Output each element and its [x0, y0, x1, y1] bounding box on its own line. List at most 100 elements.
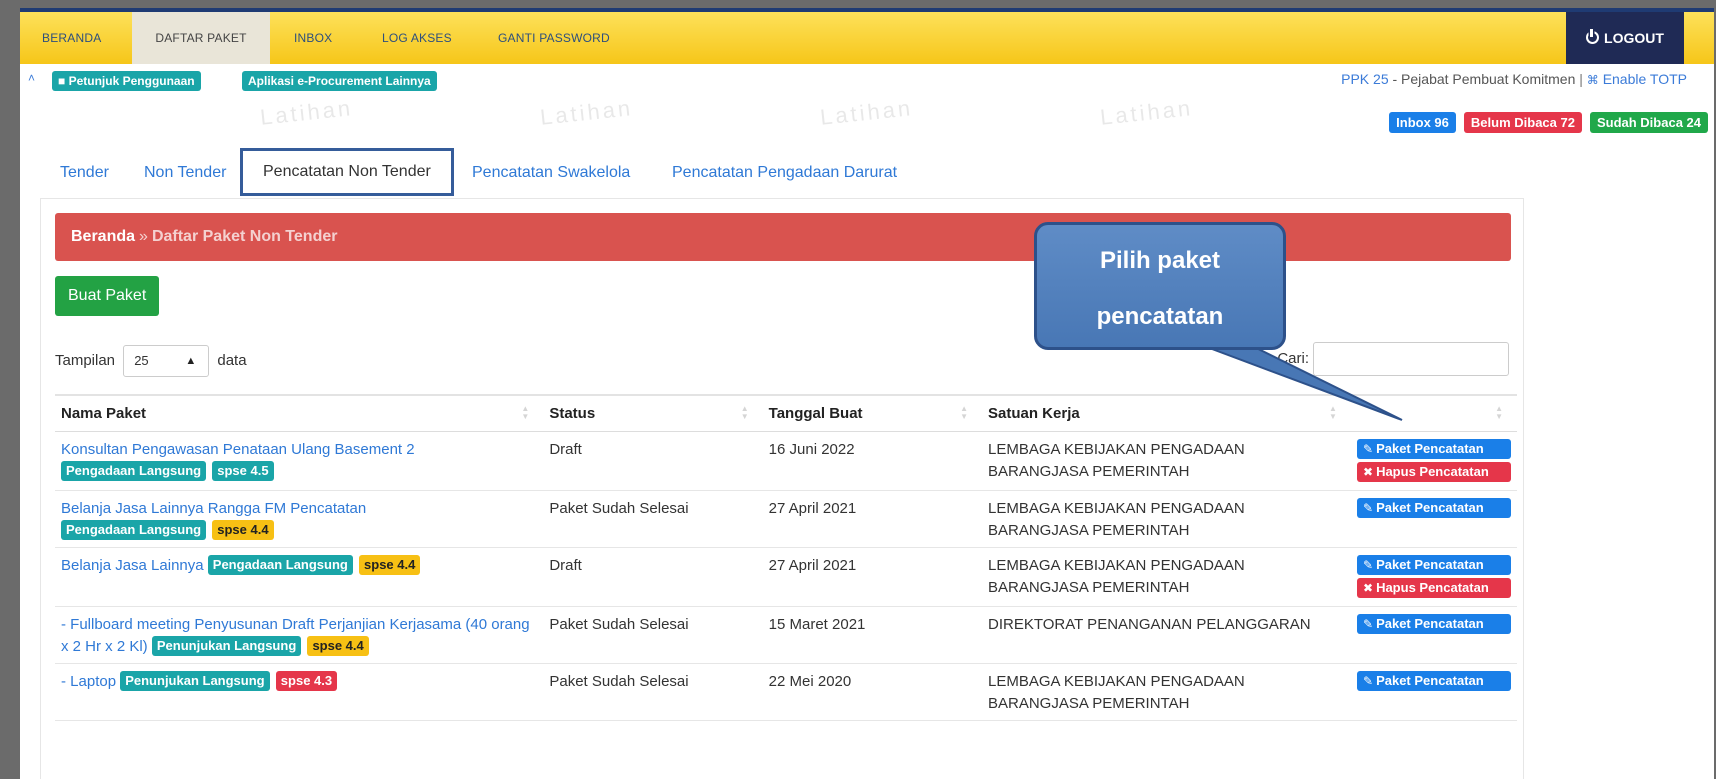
page-length-value: 25	[134, 353, 149, 369]
breadcrumb-current: Daftar Paket Non Tender	[151, 228, 338, 245]
column-header[interactable]: Status ▲ ▼	[543, 394, 763, 432]
belum-dibaca-badge[interactable]: Belum Dibaca 72	[1463, 112, 1582, 133]
nav-log-akses[interactable]: LOG AKSES	[360, 12, 474, 64]
unit-cell: DIREKTORAT PENANGANAN PELANGGARAN	[982, 606, 1351, 664]
key-icon: ⌘	[1586, 73, 1599, 87]
column-header[interactable]: Nama Paket ▲ ▼	[55, 394, 544, 432]
buat-paket-button[interactable]: Buat Paket	[55, 276, 160, 316]
tab-pencatatan-non-tender[interactable]: Pencatatan Non Tender	[240, 148, 454, 196]
hapus-pencatatan-button[interactable]: ✖ Hapus Pencatatan	[1357, 461, 1511, 482]
unit-cell: LEMBAGA KEBIJAKAN PENGADAAN BARANGJASA P…	[982, 490, 1351, 548]
nav-daftar-paket[interactable]: DAFTAR PAKET	[132, 12, 270, 64]
edit-icon: ✎	[1363, 500, 1374, 515]
date-cell: 22 Mei 2020	[762, 663, 982, 721]
package-link[interactable]: Konsultan Pengawasan Penataan Ulang Base…	[61, 441, 415, 458]
search-input[interactable]	[1313, 342, 1509, 377]
page-length-select[interactable]: 25 ▲	[123, 345, 210, 378]
logout-button[interactable]: LOGOUT	[1566, 12, 1684, 64]
status-cell: Draft	[543, 547, 763, 607]
nav-inbox[interactable]: INBOX	[272, 12, 354, 64]
date-cell: 27 April 2021	[762, 547, 982, 607]
logout-label: LOGOUT	[1604, 30, 1664, 46]
status-cell: Paket Sudah Selesai	[543, 490, 763, 548]
paket-pencatatan-button[interactable]: ✎ Paket Pencatatan	[1357, 670, 1511, 691]
unit-cell: LEMBAGA KEBIJAKAN PENGADAAN BARANGJASA P…	[982, 431, 1351, 491]
sort-icon: ▲ ▼	[521, 404, 530, 421]
sort-icon: ▲ ▼	[960, 404, 968, 421]
column-header[interactable]: Satuan Kerja ▲ ▼	[982, 394, 1351, 432]
sort-icon: ▲ ▼	[740, 404, 749, 421]
method-tag: Pengadaan Langsung	[61, 460, 207, 481]
callout-line-1: Pilih paket	[1099, 247, 1221, 274]
tab-tender[interactable]: Tender	[60, 156, 109, 190]
package-link[interactable]: Belanja Jasa Lainnya Rangga FM Pencatata…	[61, 500, 366, 517]
sub-bar: ˄ ■ Petunjuk Penggunaan Aplikasi e-Procu…	[20, 66, 1714, 92]
inbox-badge[interactable]: Inbox 96	[1389, 112, 1456, 133]
nav-beranda[interactable]: BERANDA	[20, 12, 123, 64]
trash-icon: ✖	[1363, 580, 1374, 595]
column-header[interactable]: ▲ ▼	[1350, 394, 1517, 432]
length-suffix: data	[217, 352, 247, 369]
power-icon	[1586, 29, 1600, 44]
watermark: Latihan	[538, 95, 635, 130]
package-link[interactable]: - Laptop	[61, 673, 116, 690]
version-tag: spse 4.3	[275, 670, 338, 691]
paket-pencatatan-button[interactable]: ✎ Paket Pencatatan	[1357, 438, 1511, 459]
sudah-dibaca-badge[interactable]: Sudah Dibaca 24	[1589, 112, 1708, 133]
sort-arrows-icon: ▲	[185, 355, 197, 368]
message-badges: Inbox 96 Belum Dibaca 72 Sudah Dibaca 24	[1381, 112, 1708, 133]
edit-icon: ✎	[1363, 441, 1374, 456]
version-tag: spse 4.4	[359, 554, 421, 575]
status-cell: Paket Sudah Selesai	[543, 606, 763, 664]
sort-icon: ▲ ▼	[1329, 404, 1337, 421]
callout-line-2: pencatatan	[1096, 303, 1224, 330]
trash-icon: ✖	[1363, 464, 1374, 479]
separator: |	[1575, 71, 1587, 87]
enable-totp-link[interactable]: Enable TOTP	[1603, 71, 1687, 87]
tab-pencatatan-darurat[interactable]: Pencatatan Pengadaan Darurat	[672, 156, 897, 190]
search-control: Cari:	[1277, 342, 1509, 377]
table-row: Belanja Jasa Lainnya Rangga FM Pencatata…	[55, 490, 1517, 548]
unit-cell: LEMBAGA KEBIJAKAN PENGADAAN BARANGJASA P…	[982, 547, 1351, 607]
date-cell: 27 April 2021	[762, 490, 982, 548]
date-cell: 16 Juni 2022	[762, 431, 982, 491]
tutorial-callout: Pilih paket pencatatan	[1034, 222, 1286, 350]
tab-non-tender[interactable]: Non Tender	[144, 156, 226, 190]
column-header[interactable]: Tanggal Buat ▲ ▼	[762, 394, 982, 432]
user-code: PPK 25	[1341, 71, 1389, 87]
top-nav: BERANDA DAFTAR PAKET INBOX LOG AKSES GAN…	[20, 12, 1714, 64]
edit-icon: ✎	[1363, 557, 1374, 572]
paket-pencatatan-button[interactable]: ✎ Paket Pencatatan	[1357, 554, 1511, 575]
status-cell: Draft	[543, 431, 763, 491]
status-cell: Paket Sudah Selesai	[543, 663, 763, 721]
method-tag: Pengadaan Langsung	[207, 554, 353, 575]
breadcrumb-separator: »	[139, 228, 148, 245]
table-row: - Laptop Penunjukan Langsung spse 4.3 Pa…	[55, 663, 1517, 721]
watermark: Latihan	[1098, 95, 1195, 130]
method-tag: Pengadaan Langsung	[61, 519, 207, 540]
page-length-control: Tampilan 25 ▲ data	[55, 345, 247, 378]
breadcrumb-home[interactable]: Beranda	[71, 228, 135, 245]
tab-pencatatan-swakelola[interactable]: Pencatatan Swakelola	[472, 156, 630, 190]
date-cell: 15 Maret 2021	[762, 606, 982, 664]
petunjuk-button[interactable]: ■ Petunjuk Penggunaan	[52, 71, 201, 91]
nav-ganti-password[interactable]: GANTI PASSWORD	[476, 12, 632, 64]
paket-pencatatan-button[interactable]: ✎ Paket Pencatatan	[1357, 497, 1511, 518]
version-tag: spse 4.4	[307, 635, 369, 656]
sort-icon: ▲ ▼	[1495, 404, 1503, 421]
watermark: Latihan	[258, 95, 355, 130]
app-window: BERANDA DAFTAR PAKET INBOX LOG AKSES GAN…	[20, 8, 1714, 779]
aplikasi-button[interactable]: Aplikasi e-Procurement Lainnya	[242, 71, 437, 91]
chevron-up-icon[interactable]: ˄	[28, 71, 35, 85]
search-label: Cari:	[1277, 350, 1309, 367]
paket-pencatatan-button[interactable]: ✎ Paket Pencatatan	[1357, 613, 1511, 634]
version-tag: spse 4.4	[212, 519, 274, 540]
table-header-row: Nama Paket ▲ ▼ Status ▲ ▼ Tanggal Buat ▲ ▼ Sat…	[55, 394, 1517, 432]
content-panel: Beranda» Daftar Paket Non Tender Buat Pak…	[40, 198, 1524, 779]
method-tag: Penunjukan Langsung	[151, 635, 302, 656]
edit-icon: ✎	[1363, 616, 1374, 631]
edit-icon: ✎	[1363, 673, 1374, 688]
package-link[interactable]: Belanja Jasa Lainnya	[61, 557, 204, 574]
hapus-pencatatan-button[interactable]: ✖ Hapus Pencatatan	[1357, 577, 1511, 598]
table-row: - Fullboard meeting Penyusunan Draft Per…	[55, 606, 1517, 664]
